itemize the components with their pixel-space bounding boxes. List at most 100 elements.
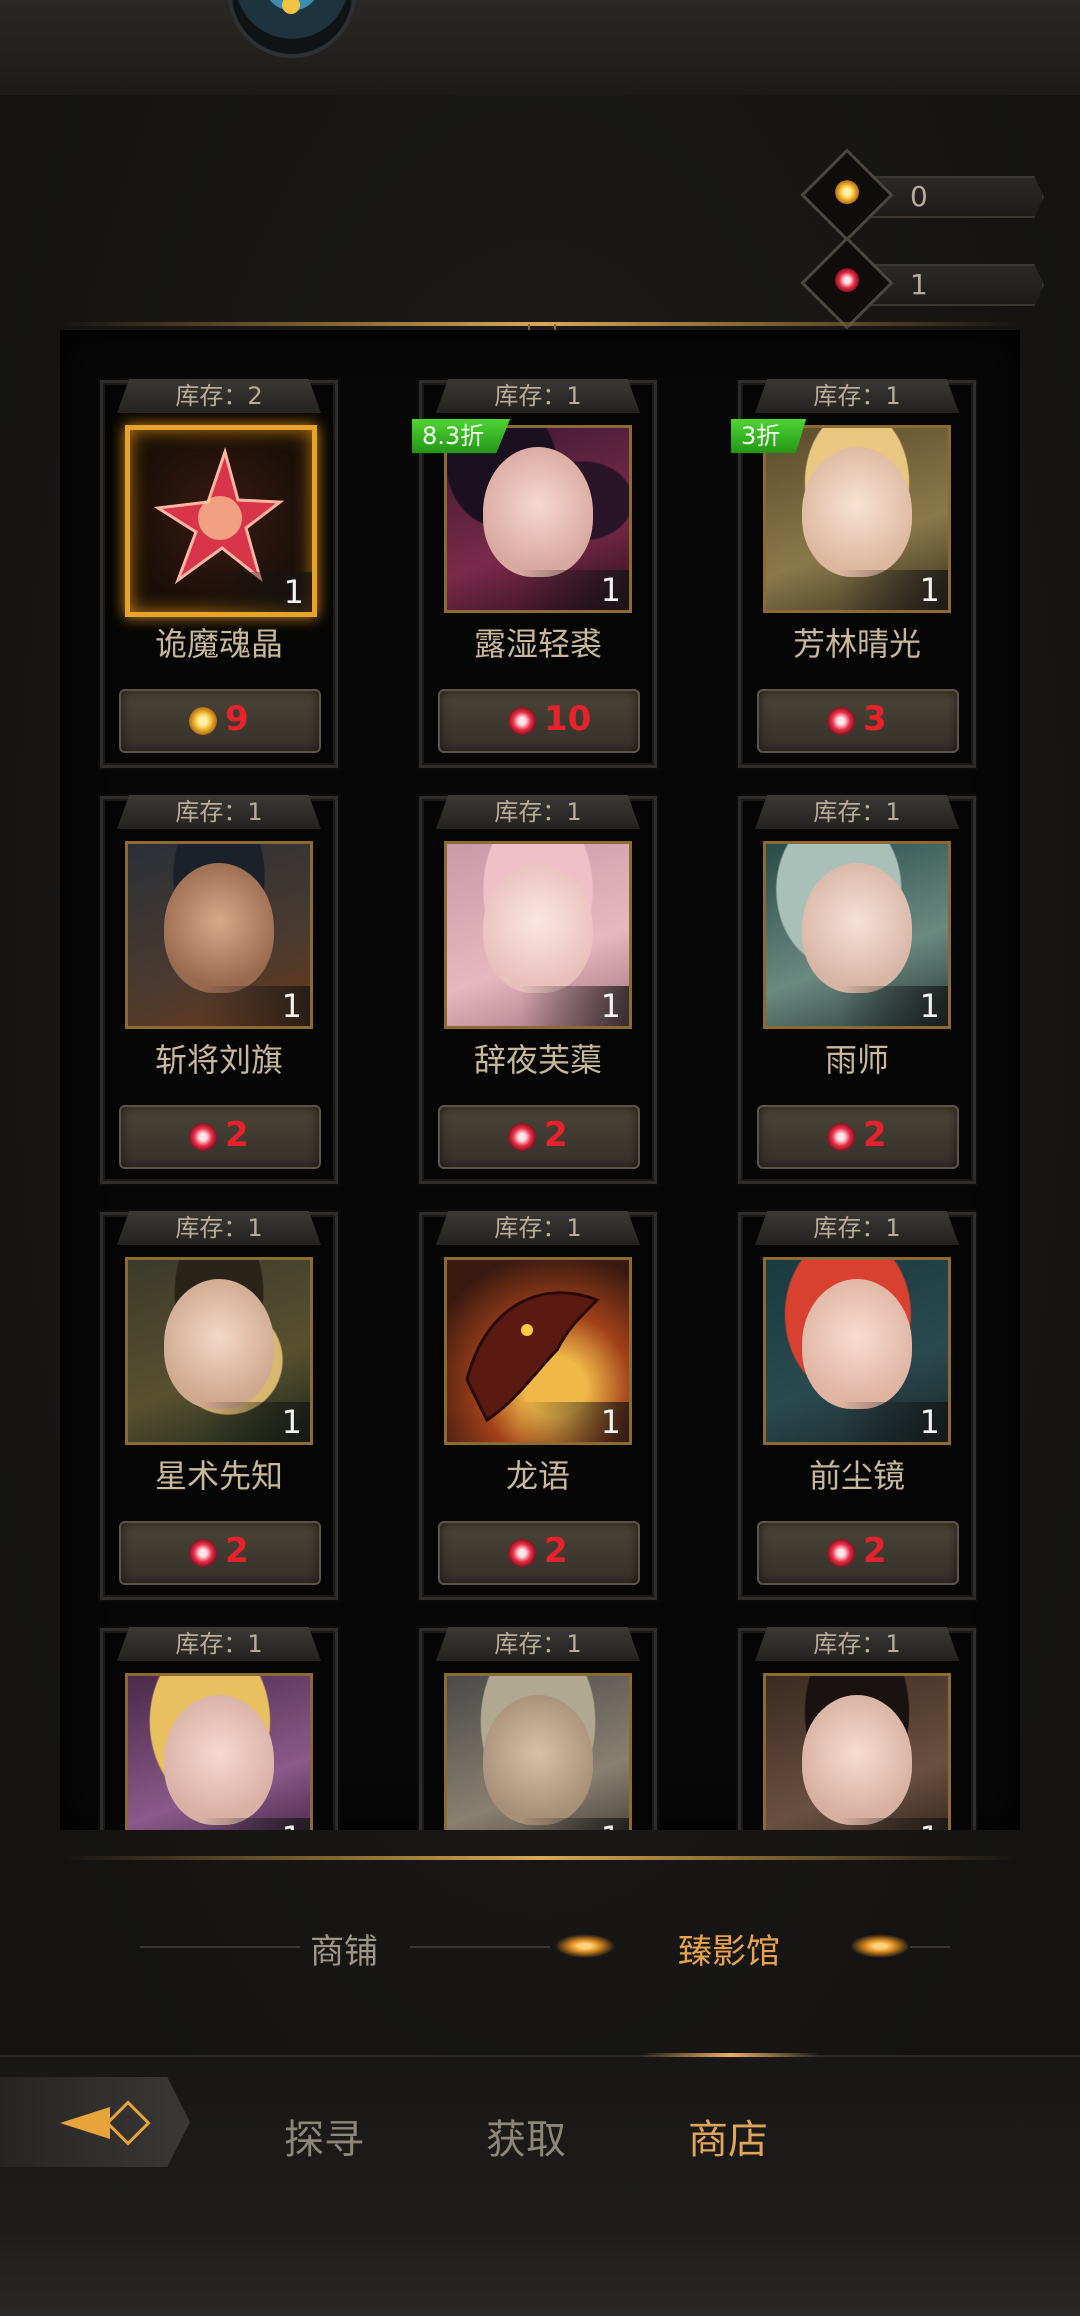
red-crystal-icon <box>189 1123 217 1151</box>
character-face <box>802 447 912 578</box>
item-portrait[interactable]: 1 <box>125 425 317 617</box>
item-portrait[interactable]: 1 <box>763 1257 951 1445</box>
avatar[interactable] <box>228 0 356 58</box>
item-quantity: 1 <box>766 1818 948 1830</box>
character-face <box>483 863 593 994</box>
stock-label: 库存：1 <box>755 1211 959 1245</box>
nav-explore[interactable]: 探寻 <box>284 2107 364 2165</box>
item-price: 9 <box>225 699 249 739</box>
tab-spark-right <box>850 1934 910 1958</box>
shop-item-card[interactable]: 8.3折 库存：1 1 露湿轻裘 10 <box>412 379 657 768</box>
currency-gold: 0 <box>800 148 1044 242</box>
item-quantity: 1 <box>447 986 629 1026</box>
item-price: 2 <box>863 1531 887 1571</box>
item-quantity: 1 <box>128 986 310 1026</box>
item-portrait[interactable]: 1 <box>763 1673 951 1830</box>
buy-button[interactable]: 2 <box>438 1105 640 1169</box>
discount-badge: 8.3折 <box>412 419 511 453</box>
nav-obtain[interactable]: 获取 <box>486 2107 566 2165</box>
item-portrait[interactable]: 1 <box>763 425 951 613</box>
diamond-icon <box>105 2100 151 2146</box>
buy-button[interactable]: 2 <box>757 1521 959 1585</box>
item-quantity: 1 <box>447 570 629 610</box>
shop-item-card[interactable]: 库存：2 1 诡魔魂晶 9 <box>100 379 338 768</box>
shop-item-card[interactable]: 库存：1 1 前尘镜 2 <box>738 1211 976 1600</box>
subtab-line <box>910 1946 950 1948</box>
shop-item-card[interactable]: 库存：1 1 辞夜芙蕖 2 <box>419 795 657 1184</box>
item-price: 2 <box>544 1531 568 1571</box>
stock-label: 库存：2 <box>117 379 321 413</box>
stock-label: 库存：1 <box>436 795 640 829</box>
buy-button[interactable]: 10 <box>438 689 640 753</box>
tab-gallery[interactable]: 臻影馆 <box>678 1924 780 1973</box>
stock-label: 库存：1 <box>117 1211 321 1245</box>
tab-shop[interactable]: 商铺 <box>310 1924 378 1973</box>
buy-button[interactable]: 2 <box>119 1521 321 1585</box>
red-crystal-icon <box>827 1123 855 1151</box>
divider <box>60 1856 1020 1860</box>
buy-button[interactable]: 2 <box>119 1105 321 1169</box>
shop-item-card[interactable]: 库存：1 1 斩将刘旗 2 <box>100 795 338 1184</box>
item-portrait[interactable]: 1 <box>125 1673 313 1830</box>
buy-button[interactable]: 2 <box>757 1105 959 1169</box>
item-price: 10 <box>544 699 592 739</box>
item-quantity: 1 <box>447 1402 629 1442</box>
character-face <box>802 863 912 994</box>
item-name: 前尘镜 <box>808 1457 905 1495</box>
item-name: 星术先知 <box>154 1457 283 1495</box>
buy-button[interactable]: 3 <box>757 689 959 753</box>
item-portrait[interactable]: 1 <box>125 1257 313 1445</box>
stock-label: 库存：1 <box>436 379 640 413</box>
shop-item-card[interactable]: 库存：1 1 雨师 2 <box>738 795 976 1184</box>
nav-store[interactable]: 商店 <box>688 2107 768 2165</box>
stock-label: 库存：1 <box>436 1627 640 1661</box>
red-crystal-icon <box>508 707 536 735</box>
stock-label: 库存：1 <box>117 795 321 829</box>
item-portrait[interactable]: 1 <box>763 841 951 1029</box>
item-name: 龙语 <box>505 1457 570 1495</box>
item-name: 雨师 <box>824 1041 889 1079</box>
buy-button[interactable]: 2 <box>438 1521 640 1585</box>
subtab-line <box>410 1946 550 1948</box>
item-price: 2 <box>225 1531 249 1571</box>
currency-value: 0 <box>910 180 928 213</box>
item-portrait[interactable]: 1 <box>444 425 632 613</box>
item-portrait[interactable]: 1 <box>444 841 632 1029</box>
item-quantity: 1 <box>128 1402 310 1442</box>
tab-spark-left <box>555 1934 615 1958</box>
currency-value: 1 <box>910 268 928 301</box>
shop-item-card[interactable]: 库存：1 1 <box>100 1627 338 1830</box>
red-crystal-icon <box>508 1123 536 1151</box>
buy-button[interactable]: 9 <box>119 689 321 753</box>
back-arrow-icon <box>60 2107 110 2139</box>
character-face <box>483 1695 593 1826</box>
shop-subtabs: 商铺 臻影馆 <box>0 1910 1080 1980</box>
item-price: 3 <box>863 699 887 739</box>
character-face <box>164 1279 274 1410</box>
item-quantity: 1 <box>128 1818 310 1830</box>
item-portrait[interactable]: 1 <box>125 841 313 1029</box>
item-name: 斩将刘旗 <box>154 1041 283 1079</box>
item-quantity: 1 <box>766 570 948 610</box>
item-portrait[interactable]: 1 <box>444 1257 632 1445</box>
back-button[interactable] <box>0 2077 190 2167</box>
nav-active-indicator <box>640 2053 820 2057</box>
item-quantity: 1 <box>766 986 948 1026</box>
stock-label: 库存：1 <box>117 1627 321 1661</box>
shop-item-card[interactable]: 库存：1 1 <box>419 1627 657 1830</box>
red-crystal-icon <box>189 1539 217 1567</box>
character-face <box>164 863 274 994</box>
avatar-eye <box>282 0 300 14</box>
shop-item-card[interactable]: 库存：1 1 星术先知 2 <box>100 1211 338 1600</box>
shop-item-card[interactable]: 3折 库存：1 1 芳林晴光 3 <box>731 379 976 768</box>
item-name: 诡魔魂晶 <box>154 625 283 663</box>
subtab-line <box>140 1946 300 1948</box>
shop-panel[interactable]: 库存：2 1 诡魔魂晶 9 8.3折 库存：1 1 露湿轻裘 10 3折 库存：… <box>60 330 1020 1830</box>
item-quantity: 1 <box>766 1402 948 1442</box>
item-price: 2 <box>225 1115 249 1155</box>
item-portrait[interactable]: 1 <box>444 1673 632 1830</box>
shop-item-card[interactable]: 库存：1 1 <box>738 1627 976 1830</box>
shop-item-card[interactable]: 库存：1 1 龙语 2 <box>419 1211 657 1600</box>
stock-label: 库存：1 <box>755 1627 959 1661</box>
item-quantity: 1 <box>130 572 312 612</box>
